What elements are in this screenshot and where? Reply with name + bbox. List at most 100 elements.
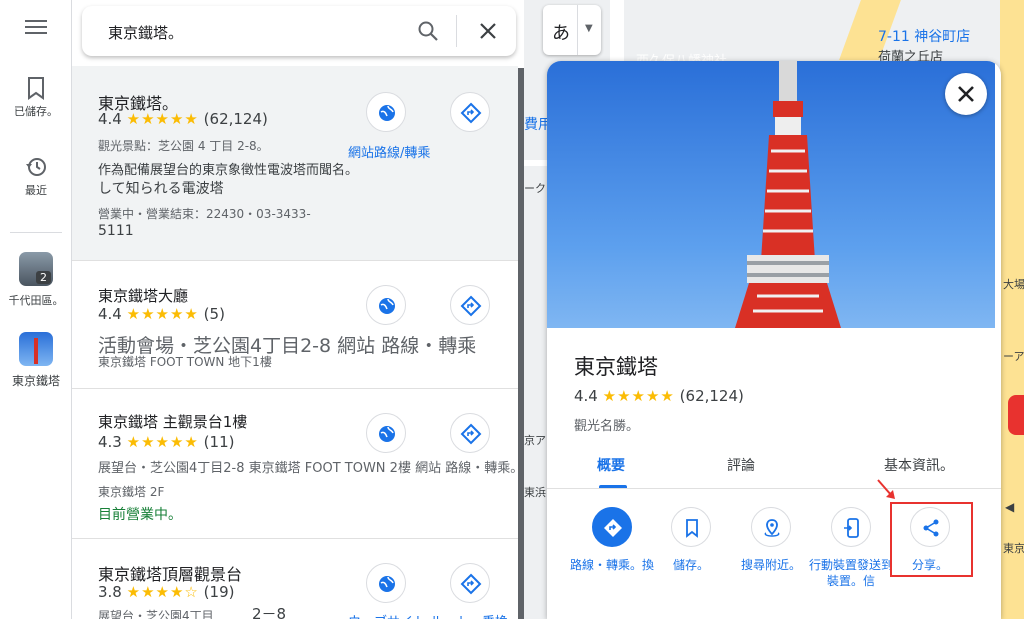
history-item-tokyo-tower[interactable]: 東京鐵塔 [0, 332, 72, 389]
website-directions-label[interactable]: ウェブサイト ルート・乗換 [348, 611, 508, 619]
result-title[interactable]: 東京鐵塔 主觀景台1樓 [98, 411, 247, 432]
map-road [1000, 0, 1024, 619]
website-button[interactable] [366, 285, 406, 325]
globe-icon [379, 298, 395, 314]
tab-about[interactable]: 基本資訊。 [884, 455, 954, 475]
globe-icon [379, 426, 395, 442]
recent-label: 最近 [25, 184, 47, 197]
result-hours: 營業中・營業結束：22430・03-3433- [98, 207, 311, 221]
tab-overview[interactable]: 概要 [597, 455, 625, 475]
map-label: 東浜 [524, 486, 546, 499]
tower-glyph [34, 338, 38, 364]
rating-count: (62,124) [203, 110, 268, 128]
menu-button[interactable] [0, 18, 72, 39]
directions-button[interactable] [450, 92, 490, 132]
close-icon [480, 23, 496, 39]
input-language-button[interactable]: あ ▼ [543, 5, 601, 55]
save-action-circle [671, 507, 711, 547]
directions-action-circle [592, 507, 632, 547]
rating-value: 4.4 [574, 387, 598, 405]
place-rating[interactable]: 4.4 ★★★★★ (62,124) [574, 387, 744, 405]
place-category[interactable]: 觀光名勝。 [574, 415, 639, 434]
chevron-left-icon[interactable]: ◀ [1005, 500, 1014, 514]
place-photo[interactable] [547, 61, 995, 328]
tokyo-tower-image [735, 61, 841, 328]
send-to-phone-icon [844, 518, 859, 538]
result-description: 作為配備展望台的東京象徵性電波塔而聞名。 [98, 163, 359, 178]
directions-action-label: 路線・轉乘。換 [569, 558, 654, 572]
bookmark-icon [686, 519, 698, 538]
result-rating: 4.4 ★★★★★ (5) [98, 305, 225, 323]
nearby-action-circle [751, 507, 791, 547]
result-address: 展望台・芝公園4丁目 [98, 609, 214, 619]
map-pin-marker[interactable] [1008, 395, 1024, 435]
annotation-highlight-box [890, 502, 973, 577]
save-action-button[interactable]: 儲存。 [646, 507, 736, 573]
result-address: 觀光景點：芝公園 4 丁目 2-8。 [98, 139, 269, 153]
close-icon [958, 86, 974, 102]
result-address: 展望台・芝公園4丁目2-8 東京鐵塔 FOOT TOWN 2樓 網站 路線・轉乘… [98, 461, 524, 476]
result-item[interactable]: 東京鐵塔 主觀景台1樓 4.3 ★★★★★ (11) 展望台・芝公園4丁目2-8… [72, 389, 523, 539]
map-label-store[interactable]: 7-11 神谷町店 [878, 26, 970, 46]
chevron-down-icon[interactable]: ▼ [585, 23, 593, 34]
result-item[interactable]: 東京鐵塔頂層觀景台 3.8 ★★★★☆ (19) 展望台・芝公園4丁目 2－8 … [72, 539, 518, 619]
rating-count: (19) [203, 583, 235, 601]
website-button[interactable] [366, 563, 406, 603]
tab-divider [547, 488, 1001, 489]
result-item[interactable]: 東京鐵塔大廳 4.4 ★★★★★ (5) 活動會場・芝公園4丁目2-8 網站 路… [72, 261, 518, 389]
rating-stars: ★★★★★ [602, 387, 675, 405]
directions-button[interactable] [450, 413, 490, 453]
annotation-arrow-icon [877, 479, 895, 499]
recent-button[interactable]: 最近 [0, 155, 72, 198]
map-road [520, 160, 550, 166]
send-to-phone-action-button[interactable]: 行動裝置發送到裝置。信 [806, 507, 896, 589]
directions-button[interactable] [450, 285, 490, 325]
left-rail: 已儲存。 最近 2 千代田區。 東京鐵塔 [0, 0, 72, 619]
result-title[interactable]: 東京鐵塔頂層觀景台 [98, 561, 242, 585]
place-title: 東京鐵塔 [574, 355, 658, 379]
search-button[interactable] [416, 19, 440, 43]
nearby-action-label: 搜尋附近。 [740, 558, 801, 572]
map-label: ーク [524, 182, 546, 195]
globe-icon [379, 576, 395, 592]
save-action-label: 儲存。 [672, 558, 709, 572]
result-title[interactable]: 東京鐵塔大廳 [98, 285, 188, 306]
search-divider [456, 15, 457, 47]
search-icon [418, 21, 438, 41]
nearby-action-button[interactable]: 搜尋附近。 [726, 507, 816, 573]
map-label: 大場 [1003, 278, 1024, 291]
bookmark-icon [28, 77, 44, 100]
close-card-button[interactable] [945, 73, 987, 115]
send-to-phone-action-circle [831, 507, 871, 547]
result-rating: 4.4 ★★★★★ (62,124) [98, 110, 268, 128]
search-input[interactable]: 東京鐵塔。 [108, 22, 183, 43]
website-button[interactable] [366, 92, 406, 132]
history-thumb-label: 千代田區。 [8, 294, 64, 307]
results-scrollbar[interactable] [518, 68, 524, 619]
clear-search-button[interactable] [476, 19, 500, 43]
history-icon [26, 158, 46, 176]
result-description-jp: して知られる電波塔 [98, 181, 224, 197]
result-rating: 3.8 ★★★★☆ (19) [98, 583, 234, 601]
history-item-chiyoda[interactable]: 2 千代田區。 [0, 252, 72, 308]
map-label: 京ア [524, 434, 546, 447]
tab-reviews[interactable]: 評論 [727, 455, 755, 475]
directions-icon [460, 102, 482, 124]
globe-icon [379, 105, 395, 121]
website-directions-label[interactable]: 網站路線/轉乘 [348, 142, 430, 161]
rating-value: 3.8 [98, 583, 122, 601]
directions-action-button[interactable]: 路線・轉乘。換 [567, 507, 657, 573]
tokyo-tower-thumbnail [19, 332, 53, 366]
current-thumb-label: 東京鐵塔 [11, 374, 60, 388]
directions-button[interactable] [450, 563, 490, 603]
result-address-number: 2－8 [252, 605, 287, 619]
result-open-status: 目前營業中。 [98, 507, 182, 523]
rating-value: 4.4 [98, 305, 122, 323]
history-count-badge: 2 [36, 271, 51, 284]
website-button[interactable] [366, 413, 406, 453]
send-to-phone-action-label: 行動裝置發送到裝置。信 [808, 558, 893, 588]
language-char: あ [552, 23, 570, 44]
saved-button[interactable]: 已儲存。 [0, 76, 72, 119]
directions-icon [460, 295, 482, 317]
result-item[interactable]: 東京鐵塔。 4.4 ★★★★★ (62,124) 觀光景點：芝公園 4 丁目 2… [72, 66, 518, 261]
